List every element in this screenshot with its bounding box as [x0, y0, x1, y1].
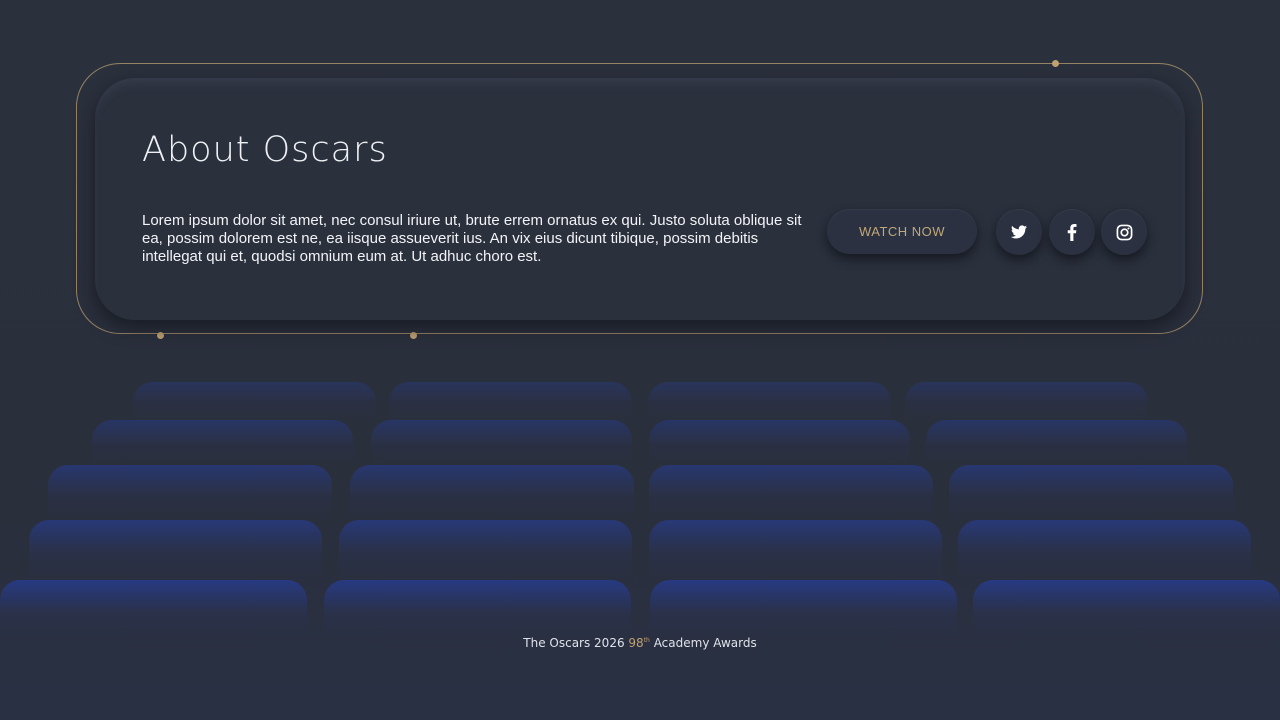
seat	[649, 420, 910, 465]
decorative-dot	[1052, 60, 1059, 67]
facebook-button[interactable]	[1049, 209, 1095, 255]
seat	[905, 382, 1148, 422]
seat	[48, 465, 332, 520]
instagram-button[interactable]	[1101, 209, 1147, 255]
seat	[648, 382, 891, 422]
seat	[949, 465, 1233, 520]
seat	[649, 520, 942, 580]
footer-brand: The Oscars 2026	[523, 636, 625, 650]
footer-edition-suffix: th	[643, 637, 650, 644]
seat	[339, 520, 632, 580]
seat	[650, 580, 957, 640]
seat	[926, 420, 1187, 465]
facebook-icon	[1067, 223, 1077, 241]
decorative-dot	[410, 332, 417, 339]
seat	[350, 465, 634, 520]
seat	[958, 520, 1251, 580]
seat	[29, 520, 322, 580]
seat	[649, 465, 933, 520]
seat	[973, 580, 1280, 640]
seat	[324, 580, 631, 640]
decorative-dot	[157, 332, 164, 339]
footer-label: Academy Awards	[653, 636, 757, 650]
seat	[92, 420, 353, 465]
seat	[371, 420, 632, 465]
about-title: About Oscars	[142, 130, 388, 170]
twitter-button[interactable]	[996, 209, 1042, 255]
seat	[0, 580, 307, 640]
seat	[133, 382, 376, 422]
seat	[389, 382, 632, 422]
twitter-icon	[1011, 225, 1027, 239]
watch-now-button[interactable]: WATCH NOW	[827, 209, 977, 254]
about-card: About Oscars Lorem ipsum dolor sit amet,…	[95, 78, 1185, 320]
about-description: Lorem ipsum dolor sit amet, nec consul i…	[142, 212, 802, 265]
footer-edition-number: 98	[628, 636, 644, 650]
footer-caption: The Oscars 2026 98th Academy Awards	[0, 636, 1280, 650]
instagram-icon	[1116, 224, 1133, 241]
